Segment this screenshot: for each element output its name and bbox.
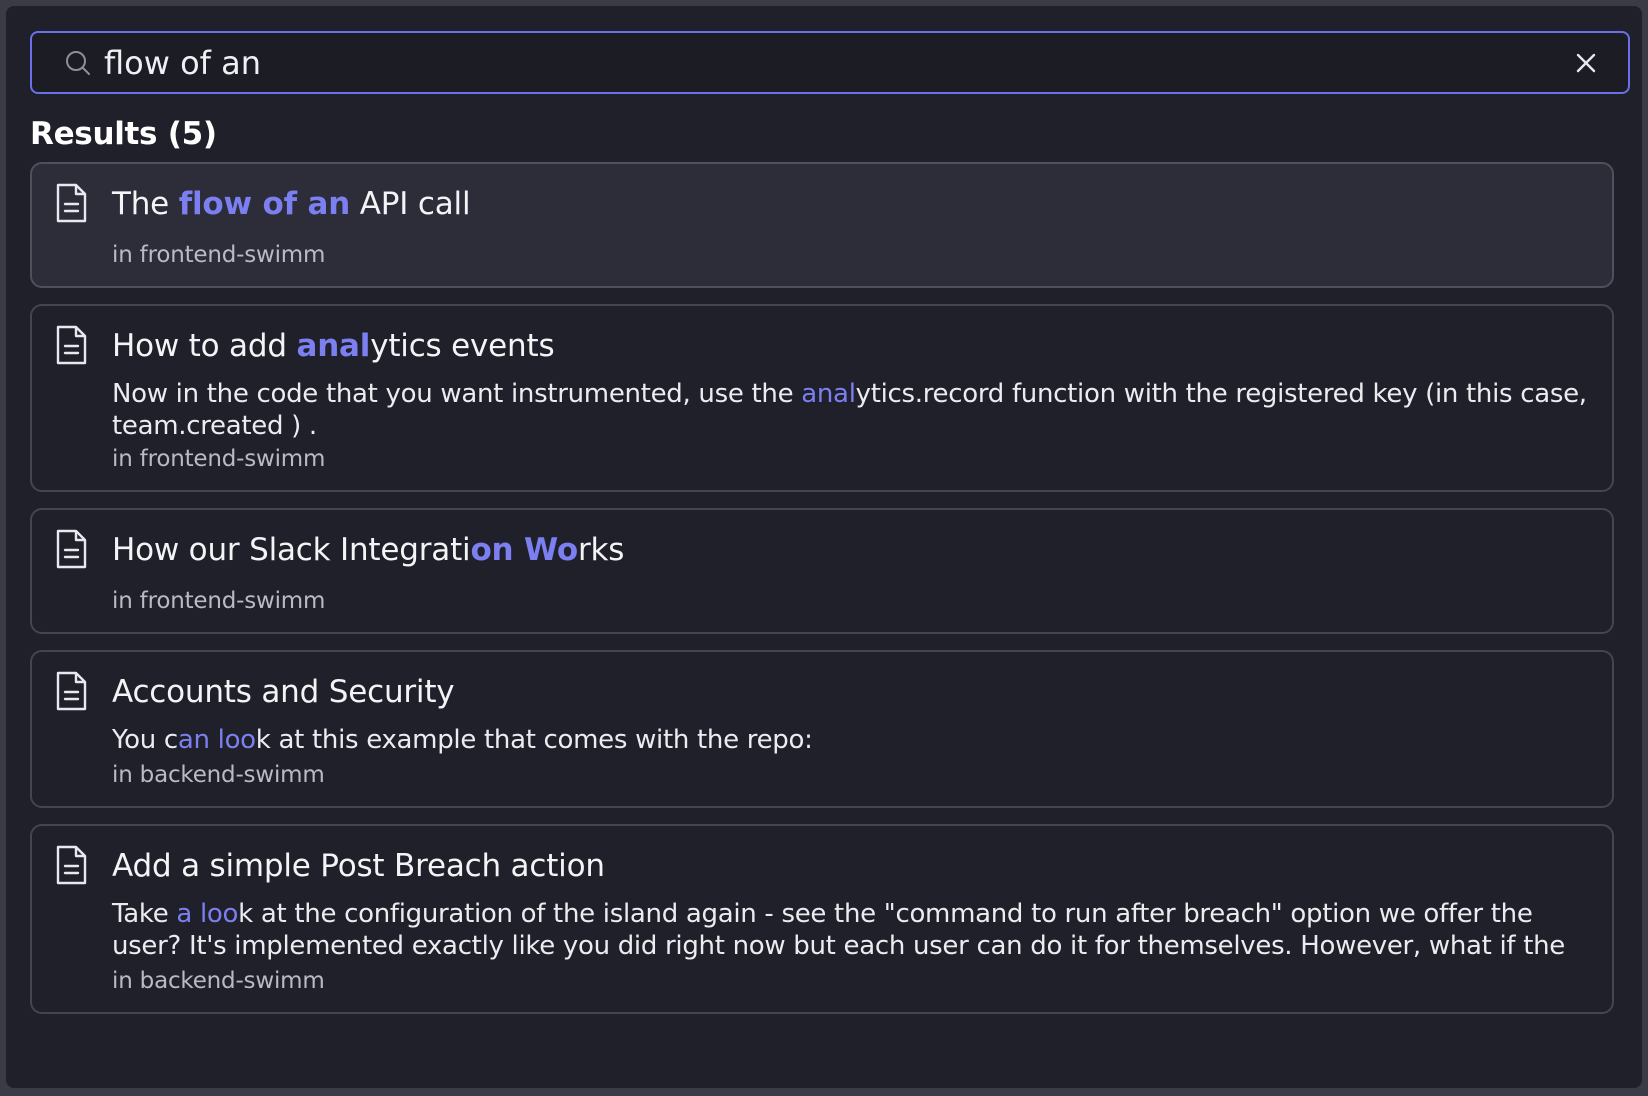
title-match: flow of an [178, 186, 351, 222]
results-heading: Results (5) [30, 116, 217, 152]
title-text: API call [350, 186, 471, 222]
result-snippet: Now in the code that you want instrument… [112, 378, 1592, 442]
title-text: rks [578, 532, 625, 568]
result-title: The flow of an API call [112, 186, 471, 222]
title-text: How our Slack Integrati [112, 532, 471, 568]
result-repo: in backend-swimm [112, 968, 325, 994]
snippet-text: You c [112, 725, 178, 755]
search-input[interactable] [104, 43, 1564, 83]
result-item[interactable]: How our Slack Integration Works in front… [30, 508, 1614, 634]
result-snippet: Take a look at the configuration of the … [112, 898, 1592, 962]
result-repo: in frontend-swimm [112, 446, 326, 472]
document-icon [56, 529, 87, 569]
result-title: How to add analytics events [112, 328, 555, 364]
snippet-match: anal [801, 379, 856, 409]
close-icon[interactable] [1574, 51, 1598, 75]
result-item[interactable]: Add a simple Post Breach action Take a l… [30, 824, 1614, 1014]
title-text: How to add [112, 328, 297, 364]
snippet-match: an loo [177, 725, 256, 755]
snippet-match: a loo [176, 899, 239, 929]
title-text: Add a simple Post Breach action [112, 848, 605, 884]
result-item[interactable]: How to add analytics events Now in the c… [30, 304, 1614, 492]
result-title: Accounts and Security [112, 674, 455, 710]
result-item[interactable]: The flow of an API call in frontend-swim… [30, 162, 1614, 288]
snippet-text: Now in the code that you want instrument… [112, 379, 802, 409]
result-repo: in frontend-swimm [112, 588, 326, 614]
snippet-text: k at this example that comes with the re… [255, 725, 813, 755]
result-repo: in backend-swimm [112, 762, 325, 788]
title-text: The [112, 186, 179, 222]
title-text: Accounts and Security [112, 674, 455, 710]
result-title: Add a simple Post Breach action [112, 848, 605, 884]
snippet-text: k at the configuration of the island aga… [112, 899, 1566, 961]
search-icon [66, 51, 90, 75]
result-snippet: You can look at this example that comes … [112, 724, 1592, 756]
title-match: anal [296, 328, 371, 364]
snippet-text: Take [112, 899, 177, 929]
result-title: How our Slack Integration Works [112, 532, 624, 568]
document-icon [56, 845, 87, 885]
title-text: ytics events [370, 328, 555, 364]
search-box[interactable] [30, 31, 1630, 94]
result-item[interactable]: Accounts and Security You can look at th… [30, 650, 1614, 808]
title-match: on Wo [470, 532, 578, 568]
result-repo: in frontend-swimm [112, 242, 326, 268]
search-panel: Results (5) The flow of an API call in f… [6, 6, 1642, 1088]
document-icon [56, 325, 87, 365]
document-icon [56, 183, 87, 223]
document-icon [56, 671, 87, 711]
